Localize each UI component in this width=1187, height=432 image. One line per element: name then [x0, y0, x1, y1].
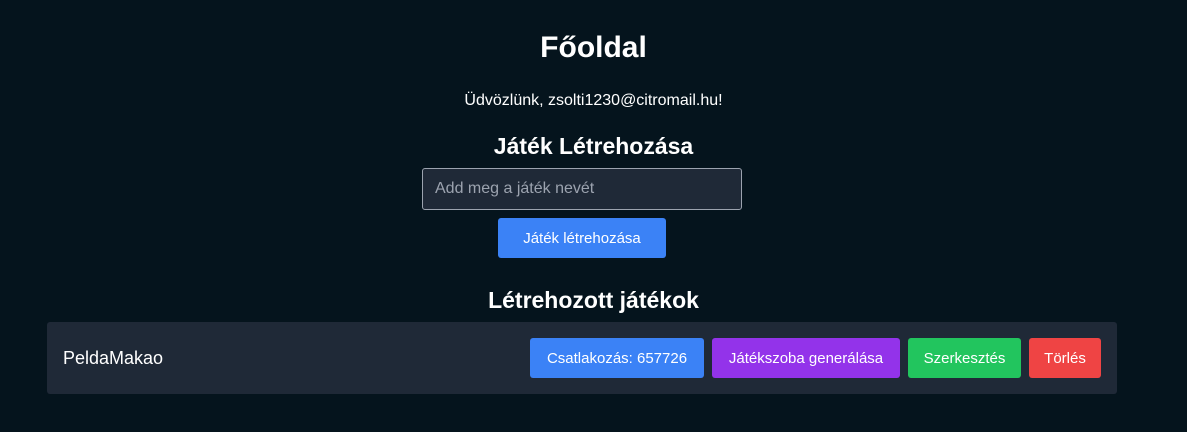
edit-game-button[interactable]: Szerkesztés — [908, 338, 1021, 378]
welcome-message: Üdvözlünk, zsolti1230@citromail.hu! — [464, 92, 723, 109]
home-page: Főoldal Üdvözlünk, zsolti1230@citromail.… — [0, 0, 1187, 432]
create-game-button[interactable]: Játék létrehozása — [498, 218, 666, 258]
generate-room-button[interactable]: Játékszoba generálása — [712, 338, 900, 378]
delete-game-button[interactable]: Törlés — [1029, 338, 1101, 378]
created-games-heading: Létrehozott játékok — [488, 287, 699, 313]
join-code-button[interactable]: Csatlakozás: 657726 — [530, 338, 704, 378]
page-title: Főoldal — [540, 31, 647, 64]
create-game-heading: Játék Létrehozása — [493, 133, 694, 159]
game-list-item: PeldaMakao Csatlakozás: 657726 Játékszob… — [47, 322, 1117, 394]
game-name-input[interactable] — [422, 168, 742, 210]
game-name: PeldaMakao — [63, 348, 164, 368]
